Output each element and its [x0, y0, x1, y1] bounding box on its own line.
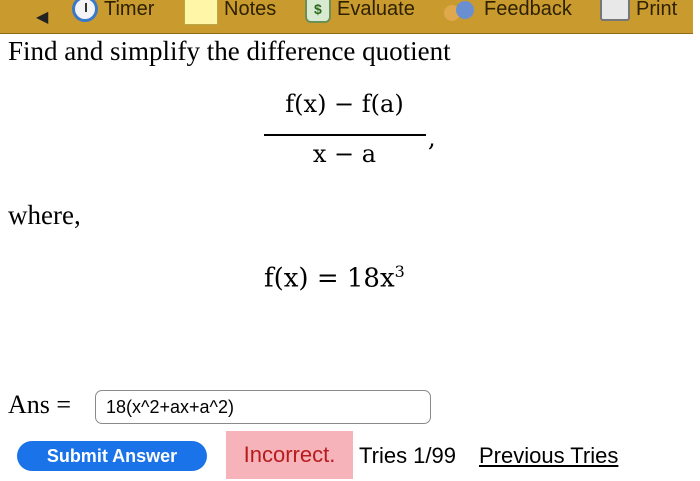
fraction-bar [264, 134, 426, 136]
answer-input[interactable] [95, 390, 431, 424]
evaluate-label: Evaluate [337, 0, 415, 20]
quotient-denominator: x − a [312, 140, 377, 168]
feedback-label: Feedback [484, 0, 572, 20]
function-lhs: f(x) = 18x [264, 263, 395, 294]
feedback-button[interactable]: Feedback [442, 0, 572, 26]
function-definition: f(x) = 18x3 [264, 262, 405, 294]
where-text: where, [8, 200, 81, 230]
quotient-numerator: f(x) − f(a) [285, 90, 404, 118]
notes-button[interactable]: Notes [184, 0, 276, 26]
submit-answer-button[interactable]: Submit Answer [17, 441, 207, 471]
answer-label: Ans = [8, 390, 72, 419]
previous-tries-link[interactable]: Previous Tries [479, 443, 618, 469]
tries-counter: Tries 1/99 [359, 443, 457, 468]
timer-button[interactable]: Timer [72, 0, 154, 26]
notes-label: Notes [224, 0, 277, 20]
timer-label: Timer [104, 0, 155, 20]
problem-intro: Find and simplify the difference quotien… [8, 36, 451, 66]
toolbar: ◀ Timer Notes Evaluate Feedback Print [0, 0, 693, 34]
timer-icon [72, 0, 98, 22]
print-button[interactable]: Print [600, 0, 677, 26]
print-label: Print [636, 0, 678, 20]
function-exponent: 3 [394, 262, 405, 281]
back-arrow-icon[interactable]: ◀ [36, 0, 48, 33]
incorrect-status-badge: Incorrect. [226, 431, 353, 479]
evaluate-icon [305, 0, 331, 23]
feedback-icon [442, 0, 478, 23]
evaluate-button[interactable]: Evaluate [305, 0, 415, 26]
print-icon [600, 0, 630, 21]
difference-quotient: f(x) − f(a) x − a , [262, 90, 436, 180]
notes-icon [184, 0, 218, 25]
quotient-comma: , [428, 124, 436, 152]
